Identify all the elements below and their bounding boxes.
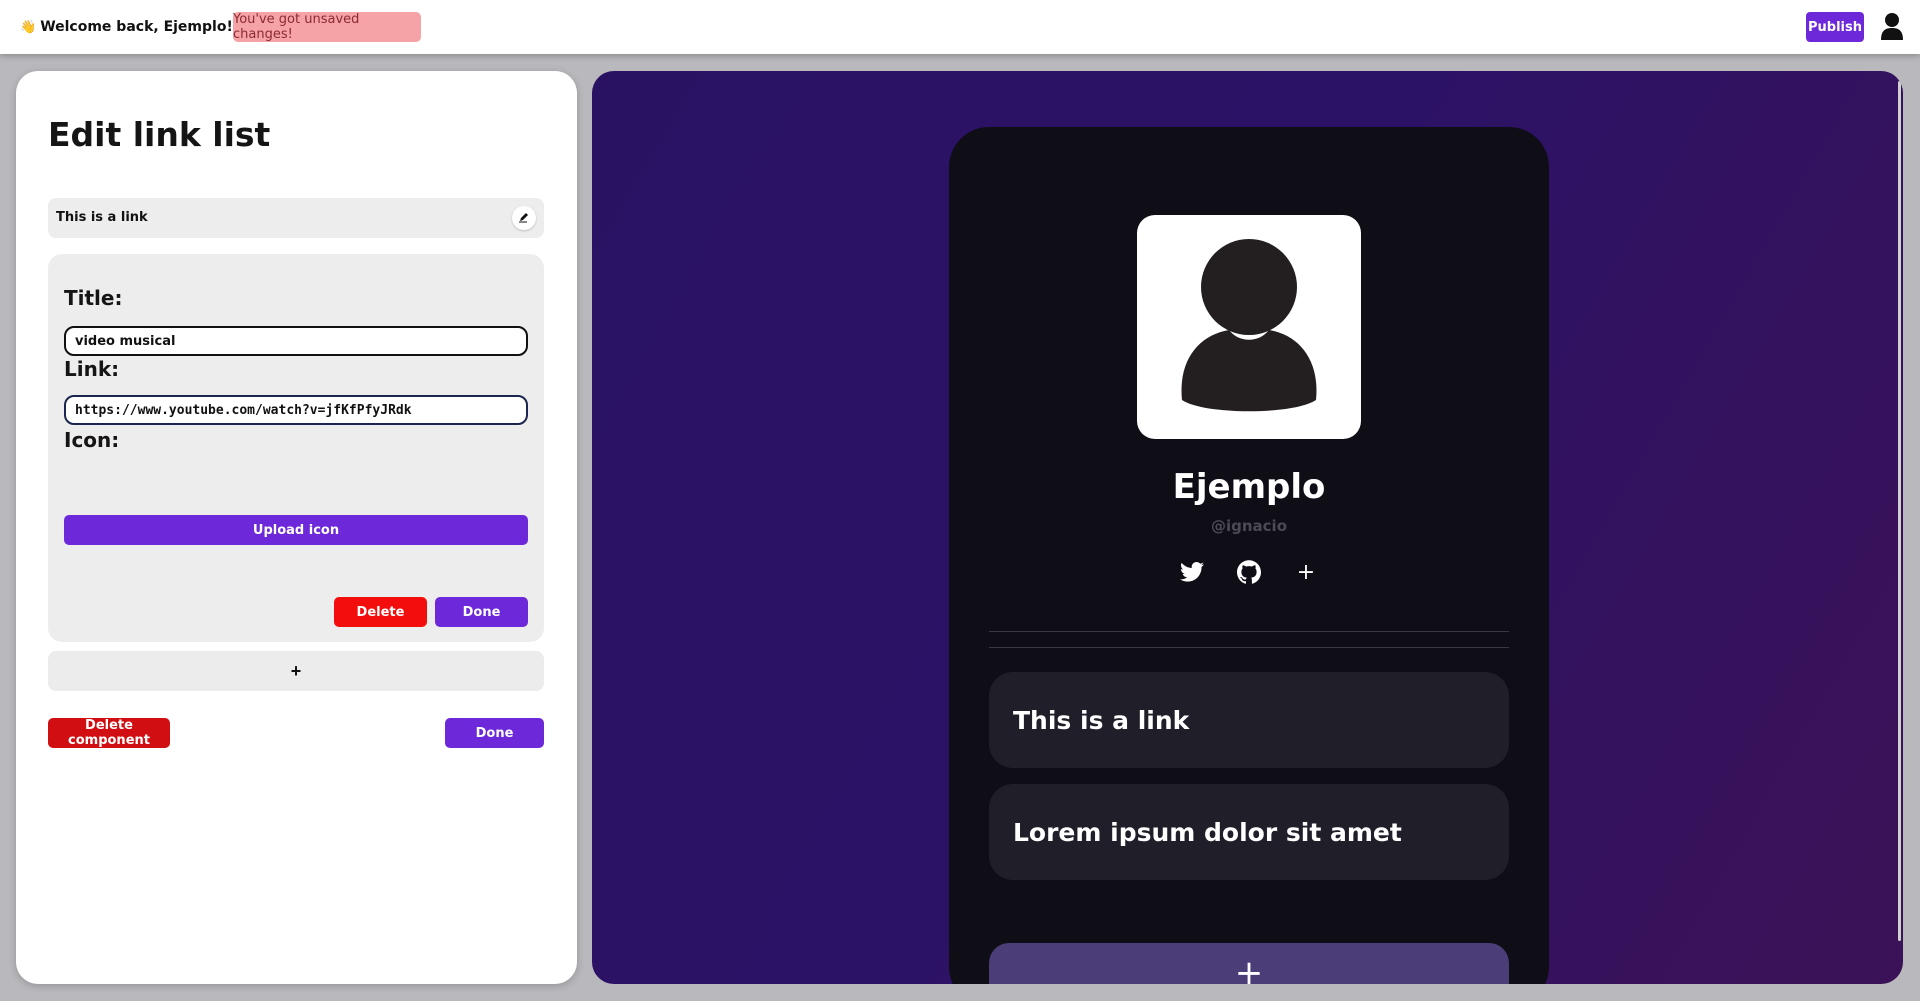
profile-picture[interactable]	[1137, 215, 1361, 439]
link-input[interactable]	[64, 395, 528, 425]
welcome-text: Welcome back, Ejemplo!	[40, 19, 233, 35]
edit-link-button[interactable]	[512, 206, 536, 230]
delete-component-button[interactable]: Delete component	[48, 718, 170, 748]
github-icon[interactable]	[1234, 557, 1264, 587]
profile-name: Ejemplo	[1172, 467, 1326, 507]
scrollbar[interactable]	[1898, 81, 1901, 941]
profile-preview: Ejemplo @ignacio + This is a link Lorem …	[949, 127, 1549, 984]
link-list-item[interactable]: This is a link	[48, 198, 544, 238]
editor-panel: Edit link list This is a link Title: Lin…	[16, 71, 577, 984]
wave-icon: 👋	[20, 19, 37, 35]
link-editor: Title: Link: Icon: Upload icon Delete Do…	[48, 254, 544, 642]
profile-handle: @ignacio	[1210, 517, 1288, 535]
social-links: +	[949, 557, 1549, 587]
done-link-button[interactable]: Done	[435, 597, 528, 627]
title-input[interactable]	[64, 326, 528, 356]
title-label: Title:	[64, 286, 123, 310]
welcome-message: 👋 Welcome back, Ejemplo!	[20, 19, 233, 35]
icon-label: Icon:	[64, 428, 120, 452]
preview-add-button[interactable]: +	[989, 943, 1509, 984]
done-component-button[interactable]: Done	[445, 718, 544, 748]
preview-link-item[interactable]: Lorem ipsum dolor sit amet	[989, 784, 1509, 880]
add-link-button[interactable]: +	[48, 651, 544, 691]
publish-button[interactable]: Publish	[1806, 12, 1864, 42]
divider	[989, 647, 1509, 648]
preview-link-item[interactable]: This is a link	[989, 672, 1509, 768]
unsaved-changes-badge: You've got unsaved changes!	[233, 12, 421, 42]
avatar-icon	[1174, 231, 1324, 420]
link-item-label: This is a link	[56, 210, 148, 225]
link-label: Link:	[64, 357, 120, 381]
top-bar: 👋 Welcome back, Ejemplo! You've got unsa…	[0, 0, 1920, 54]
user-icon[interactable]	[1880, 12, 1904, 42]
divider	[989, 631, 1509, 632]
preview-area: Ejemplo @ignacio + This is a link Lorem …	[592, 71, 1903, 984]
pencil-icon	[518, 211, 530, 226]
delete-link-button[interactable]: Delete	[334, 597, 427, 627]
twitter-icon[interactable]	[1177, 557, 1207, 587]
add-social-button[interactable]: +	[1291, 557, 1321, 587]
page-title: Edit link list	[48, 115, 271, 154]
upload-icon-button[interactable]: Upload icon	[64, 515, 528, 545]
